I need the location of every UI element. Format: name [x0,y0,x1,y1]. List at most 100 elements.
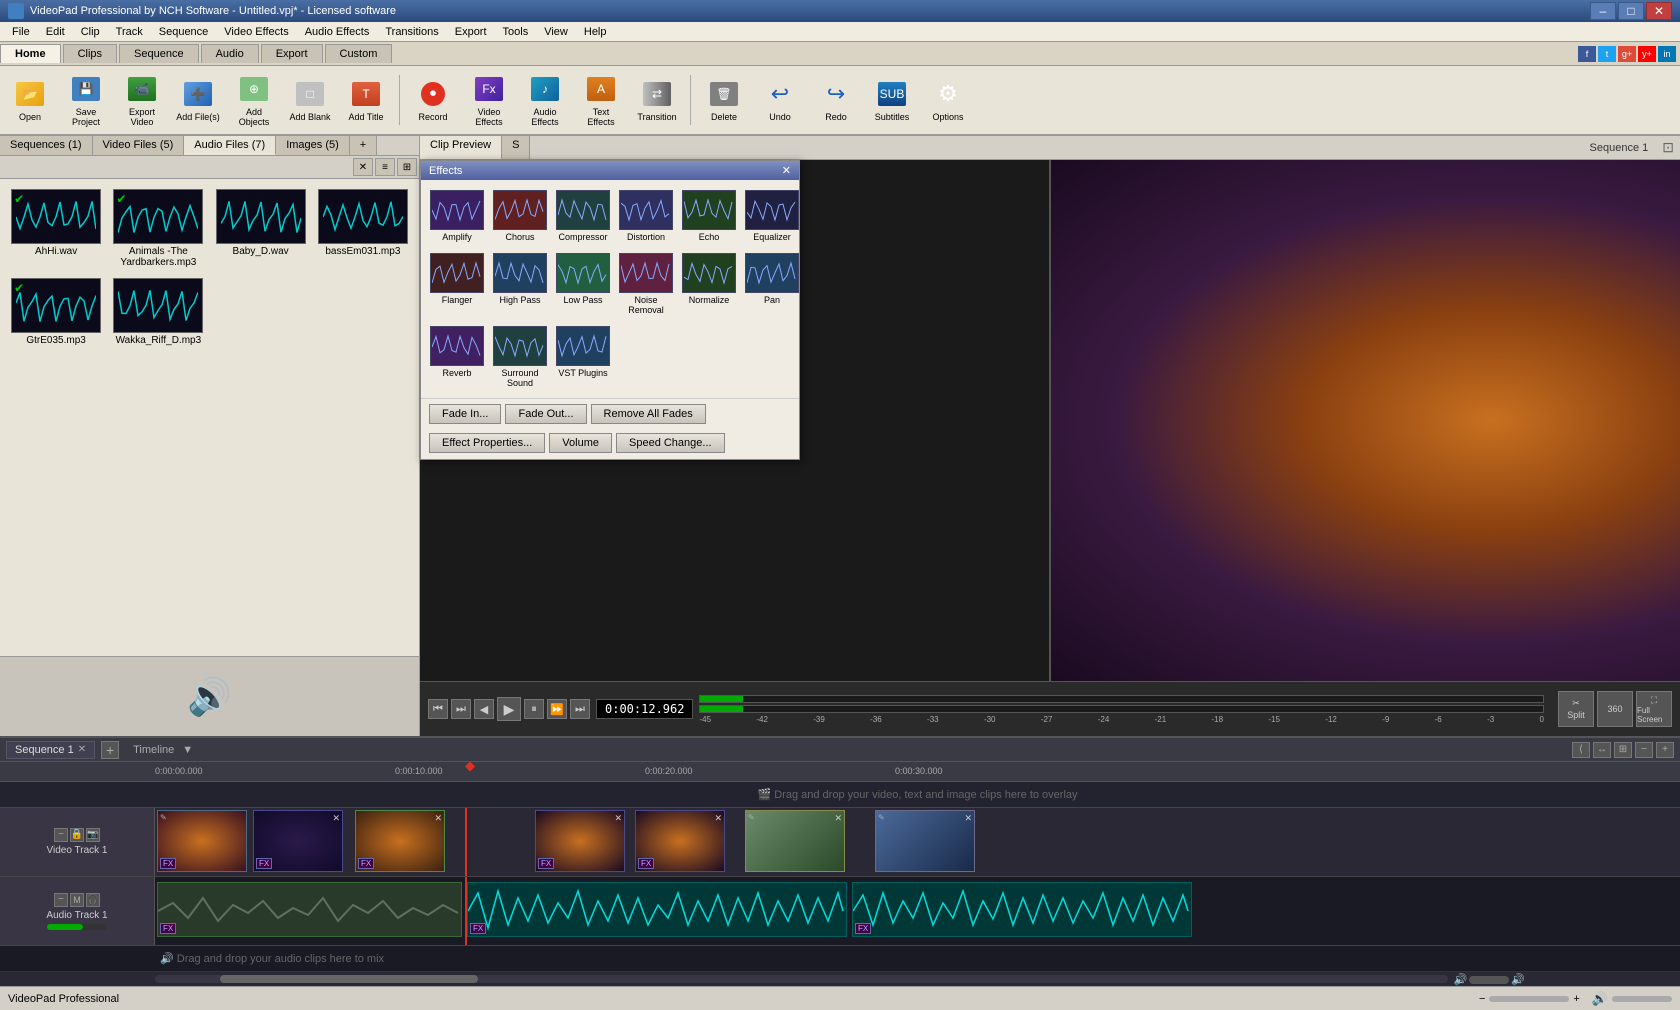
tl-vol-slider[interactable] [1469,976,1509,984]
transport-skip-start[interactable]: ⏮ [428,699,448,719]
toolbar-tab-home[interactable]: Home [0,44,61,63]
minimize-button[interactable]: – [1590,2,1616,20]
effect-item-reverb[interactable]: Reverb [427,322,487,392]
file-tab-video-files[interactable]: Video Files (5) [93,136,185,155]
transport-pause[interactable]: ⏸ [524,699,544,719]
maximize-button[interactable]: □ [1618,2,1644,20]
file-tab-images[interactable]: Images (5) [276,136,350,155]
clip-x-4[interactable]: ✕ [614,813,622,824]
status-vol-slider[interactable] [1612,996,1672,1002]
delete-file-button[interactable]: ✕ [353,158,373,176]
toolbar-tab-clips[interactable]: Clips [63,44,117,63]
file-item-4[interactable]: ✔GtrE035.mp3 [8,276,104,348]
audio-segment-2[interactable]: FX [852,882,1192,937]
effect-item-compressor[interactable]: Compressor [553,186,613,246]
audio-volume-slider[interactable] [47,924,107,930]
file-item-0[interactable]: ✔AhHi.wav [8,187,104,270]
toolbar-tab-export[interactable]: Export [261,44,323,63]
video-clip-2[interactable]: ✕ FX [253,810,343,872]
effect-item-amplify[interactable]: Amplify [427,186,487,246]
add-files-button[interactable]: ➕Add File(s) [172,69,224,131]
menu-transitions[interactable]: Transitions [377,24,446,40]
menu-clip[interactable]: Clip [73,24,108,40]
list-view-button[interactable]: ≡ [375,158,395,176]
audio-effects-button[interactable]: ♪Audio Effects [519,69,571,131]
audio-track-minus[interactable]: − [54,893,68,907]
video-clip-7[interactable]: ✎ ✕ [875,810,975,872]
social-icon-2[interactable]: g+ [1618,46,1636,62]
video-effects-button[interactable]: FxVideo Effects [463,69,515,131]
sequence-preview-tab[interactable]: S [502,136,530,159]
transport-prev-frame[interactable]: ⏭ [451,699,471,719]
effect-item-noise-removal[interactable]: Noise Removal [616,249,676,319]
grid-view-button[interactable]: ⊞ [397,158,417,176]
status-zoom-slider[interactable] [1489,996,1569,1002]
add-objects-button[interactable]: ⊕Add Objects [228,69,280,131]
tl-ctrl-2[interactable]: ↔ [1593,742,1611,758]
status-zoom-in[interactable]: + [1573,993,1579,1005]
video-clip-1[interactable]: FX ✎ [157,810,247,872]
toolbar-tab-audio[interactable]: Audio [201,44,259,63]
video-track-lock[interactable]: 🔒 [70,828,84,842]
menu-audio-effects[interactable]: Audio Effects [297,24,378,40]
effect-item-flanger[interactable]: Flanger [427,249,487,319]
effect-item-surround-sound[interactable]: Surround Sound [490,322,550,392]
effect-item-distortion[interactable]: Distortion [616,186,676,246]
tl-ctrl-1[interactable]: ⟨ [1572,742,1590,758]
effect-item-high-pass[interactable]: High Pass [490,249,550,319]
clip-preview-tab[interactable]: Clip Preview [420,136,502,159]
audio-segment-pre[interactable]: FX [157,882,462,937]
delete-button[interactable]: 🗑Delete [698,69,750,131]
open-button[interactable]: 📂Open [4,69,56,131]
tl-ctrl-zoom-out[interactable]: − [1635,742,1653,758]
speed-change-button[interactable]: Speed Change... [616,433,725,453]
menu-video-effects[interactable]: Video Effects [216,24,296,40]
text-effects-button[interactable]: AText Effects [575,69,627,131]
effect-item-echo[interactable]: Echo [679,186,739,246]
audio-segment-active[interactable]: FX [467,882,847,937]
menu-tools[interactable]: Tools [495,24,537,40]
audio-track-content[interactable]: FX FX FX [155,877,1680,945]
menu-file[interactable]: File [4,24,38,40]
fade-in-button[interactable]: Fade In... [429,404,501,424]
subtitles-button[interactable]: SUBSubtitles [866,69,918,131]
remove-all-fades-button[interactable]: Remove All Fades [591,404,706,424]
menu-view[interactable]: View [536,24,576,40]
file-tab-add[interactable]: + [350,136,377,155]
video-track-camera[interactable]: 📷 [86,828,100,842]
effect-item-normalize[interactable]: Normalize [679,249,739,319]
menu-help[interactable]: Help [576,24,615,40]
add-sequence-button[interactable]: + [101,741,119,759]
file-item-2[interactable]: Baby_D.wav [213,187,309,270]
menu-export[interactable]: Export [447,24,495,40]
tl-ctrl-zoom-in[interactable]: + [1656,742,1674,758]
transport-play[interactable]: ▶ [497,697,521,721]
social-icon-3[interactable]: y+ [1638,46,1656,62]
toolbar-tab-sequence[interactable]: Sequence [119,44,199,63]
file-tab-audio-files[interactable]: Audio Files (7) [184,136,276,155]
file-item-3[interactable]: bassEm031.mp3 [315,187,411,270]
tl-scroll-track[interactable] [155,975,1448,983]
clip-x-2[interactable]: ✕ [332,813,340,824]
file-item-5[interactable]: Wakka_Riff_D.mp3 [110,276,206,348]
clip-x-3[interactable]: ✕ [434,813,442,824]
video-track-minus[interactable]: − [54,828,68,842]
sequence-tab-close[interactable]: ✕ [78,744,86,755]
preview-expand-button[interactable]: ⊡ [1662,139,1674,156]
audio-track-headphone[interactable]: 🎧 [86,893,100,907]
video-clip-4[interactable]: ✕ FX [535,810,625,872]
social-icon-0[interactable]: f [1578,46,1596,62]
transport-forward[interactable]: ⏩ [547,699,567,719]
file-item-1[interactable]: ✔Animals -The Yardbarkers.mp3 [110,187,206,270]
undo-button[interactable]: ↩Undo [754,69,806,131]
status-zoom-out[interactable]: − [1479,993,1485,1005]
transport-skip-end[interactable]: ⏭ [570,699,590,719]
fullscreen-button[interactable]: ⛶Full Screen [1636,691,1672,727]
clip-x-7[interactable]: ✕ [964,813,972,824]
menu-edit[interactable]: Edit [38,24,73,40]
redo-button[interactable]: ↪Redo [810,69,862,131]
effect-item-pan[interactable]: Pan [742,249,802,319]
clip-x-5[interactable]: ✕ [714,813,722,824]
effects-close-button[interactable]: ✕ [782,164,791,177]
split-button[interactable]: ✂Split [1558,691,1594,727]
